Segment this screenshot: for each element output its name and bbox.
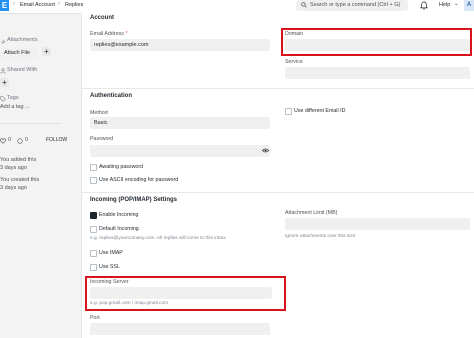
password-label: Password <box>90 136 114 142</box>
use-ssl-checkbox[interactable] <box>90 264 97 271</box>
email-address-input[interactable]: replies@example.com <box>90 39 270 51</box>
account-section-title: Account <box>90 15 114 21</box>
use-imap-label: Use IMAP <box>99 250 123 256</box>
attachment-limit-help: Ignore attachments over this size <box>285 234 356 239</box>
likes-count: 0 <box>8 137 12 143</box>
attachment-limit-input[interactable] <box>285 218 470 230</box>
service-label: Service <box>285 59 303 65</box>
paperclip-icon <box>1 39 6 44</box>
sidebar-divider <box>0 123 62 124</box>
form-card: Account Email Address * replies@example.… <box>81 13 474 338</box>
user-avatar[interactable]: A <box>464 0 474 11</box>
email-address-value: replies@example.com <box>94 42 149 48</box>
add-share-icon[interactable]: + <box>0 78 9 87</box>
heart-icon[interactable] <box>0 138 6 144</box>
search-placeholder: Search or type a command (Ctrl + G) <box>310 2 401 8</box>
notification-bell-icon[interactable] <box>420 1 428 10</box>
search-bar[interactable]: Search or type a command (Ctrl + G) <box>296 0 408 11</box>
chevron-down-icon[interactable]: ⌄ <box>454 1 459 7</box>
help-menu[interactable]: Help <box>439 2 450 8</box>
method-label: Method <box>90 110 108 116</box>
method-value: Basic <box>94 120 108 126</box>
method-select[interactable]: Basic <box>90 117 270 129</box>
comment-icon[interactable] <box>17 138 23 144</box>
section-divider <box>82 192 474 193</box>
attachment-limit-label: Attachment Limit (MB) <box>285 210 338 216</box>
email-address-label: Email Address * <box>90 31 128 37</box>
add-tag-link[interactable]: Add a tag ... <box>0 104 30 110</box>
enable-incoming-checkbox[interactable] <box>90 212 97 219</box>
add-attachment-icon[interactable]: + <box>42 47 51 56</box>
service-select[interactable] <box>285 67 470 79</box>
ascii-encoding-checkbox[interactable] <box>90 177 97 184</box>
activity-created-time: 3 days ago <box>0 185 27 191</box>
password-input[interactable] <box>90 145 270 157</box>
tags-label: Tags <box>7 95 19 101</box>
breadcrumb-chevron-icon: › <box>58 1 60 7</box>
default-incoming-label: Default Incoming <box>99 226 139 232</box>
use-different-email-checkbox[interactable] <box>285 108 292 115</box>
comments-count: 0 <box>25 137 29 143</box>
use-ssl-label: Use SSL <box>99 264 120 270</box>
incoming-section-title: Incoming (POP/IMAP) Settings <box>90 197 178 203</box>
follow-button[interactable]: FOLLOW <box>46 137 67 143</box>
tag-icon <box>0 96 6 102</box>
breadcrumb-chevron-icon: › <box>13 1 15 7</box>
attach-file-button[interactable]: Attach File <box>0 48 38 58</box>
domain-highlight-box <box>281 28 472 56</box>
authentication-section-title: Authentication <box>90 93 132 99</box>
port-input[interactable] <box>90 323 270 335</box>
eye-icon[interactable] <box>262 148 269 153</box>
enable-incoming-label: Enable Incoming <box>99 212 139 218</box>
share-icon <box>0 68 6 74</box>
awaiting-password-label: Awaiting password <box>99 164 144 170</box>
use-different-email-label: Use different Email ID <box>294 108 346 114</box>
ascii-encoding-label: Use ASCII encoding for password <box>99 177 179 183</box>
attachments-label: Attachments <box>7 37 38 43</box>
default-incoming-help: e.g. replies@yourcomany.com. All replies… <box>90 236 228 241</box>
default-incoming-checkbox[interactable] <box>90 226 97 233</box>
app-logo[interactable]: E <box>0 0 9 11</box>
breadcrumb-replies[interactable]: Replies <box>65 2 83 8</box>
incoming-server-highlight-box <box>85 276 286 311</box>
port-label: Port <box>90 315 100 321</box>
awaiting-password-checkbox[interactable] <box>90 164 97 171</box>
use-imap-checkbox[interactable] <box>90 250 97 257</box>
top-navbar: E › Email Account › Replies Search or ty… <box>0 0 474 14</box>
breadcrumb-email-account[interactable]: Email Account <box>20 2 55 8</box>
search-icon <box>301 2 307 8</box>
activity-added-text: You added this <box>0 157 37 163</box>
activity-created-text: You created this <box>0 177 40 183</box>
section-divider <box>82 88 474 89</box>
shared-with-label: Shared With <box>7 67 38 73</box>
activity-added-time: 3 days ago <box>0 165 27 171</box>
